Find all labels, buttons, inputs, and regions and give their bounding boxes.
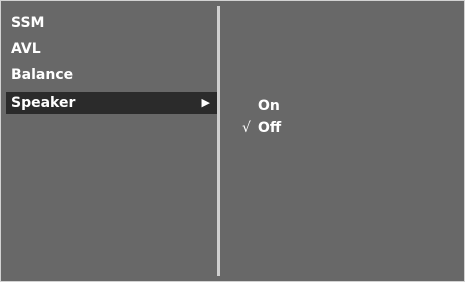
menu-item-balance[interactable]: Balance [6, 64, 217, 86]
menu-item-label: Speaker [11, 95, 76, 111]
menu-item-label: AVL [11, 41, 41, 57]
option-off[interactable]: √ Off [220, 118, 459, 138]
menu-item-label: SSM [11, 15, 45, 31]
menu-item-ssm[interactable]: SSM [6, 12, 217, 34]
menu-item-speaker[interactable]: Speaker ▶ [6, 92, 217, 114]
main-menu-panel: SSM AVL Balance Speaker ▶ [6, 6, 217, 276]
submenu-arrow-icon: ▶ [201, 96, 210, 109]
option-on[interactable]: On [220, 96, 459, 116]
menu-item-label: Balance [11, 67, 74, 83]
option-label: Off [258, 120, 282, 136]
submenu-panel: On √ Off [220, 6, 459, 276]
menu-item-avl[interactable]: AVL [6, 38, 217, 60]
menu-window: SSM AVL Balance Speaker ▶ On √ Off [0, 0, 465, 282]
option-label: On [258, 98, 280, 114]
check-mark-icon: √ [242, 120, 251, 136]
